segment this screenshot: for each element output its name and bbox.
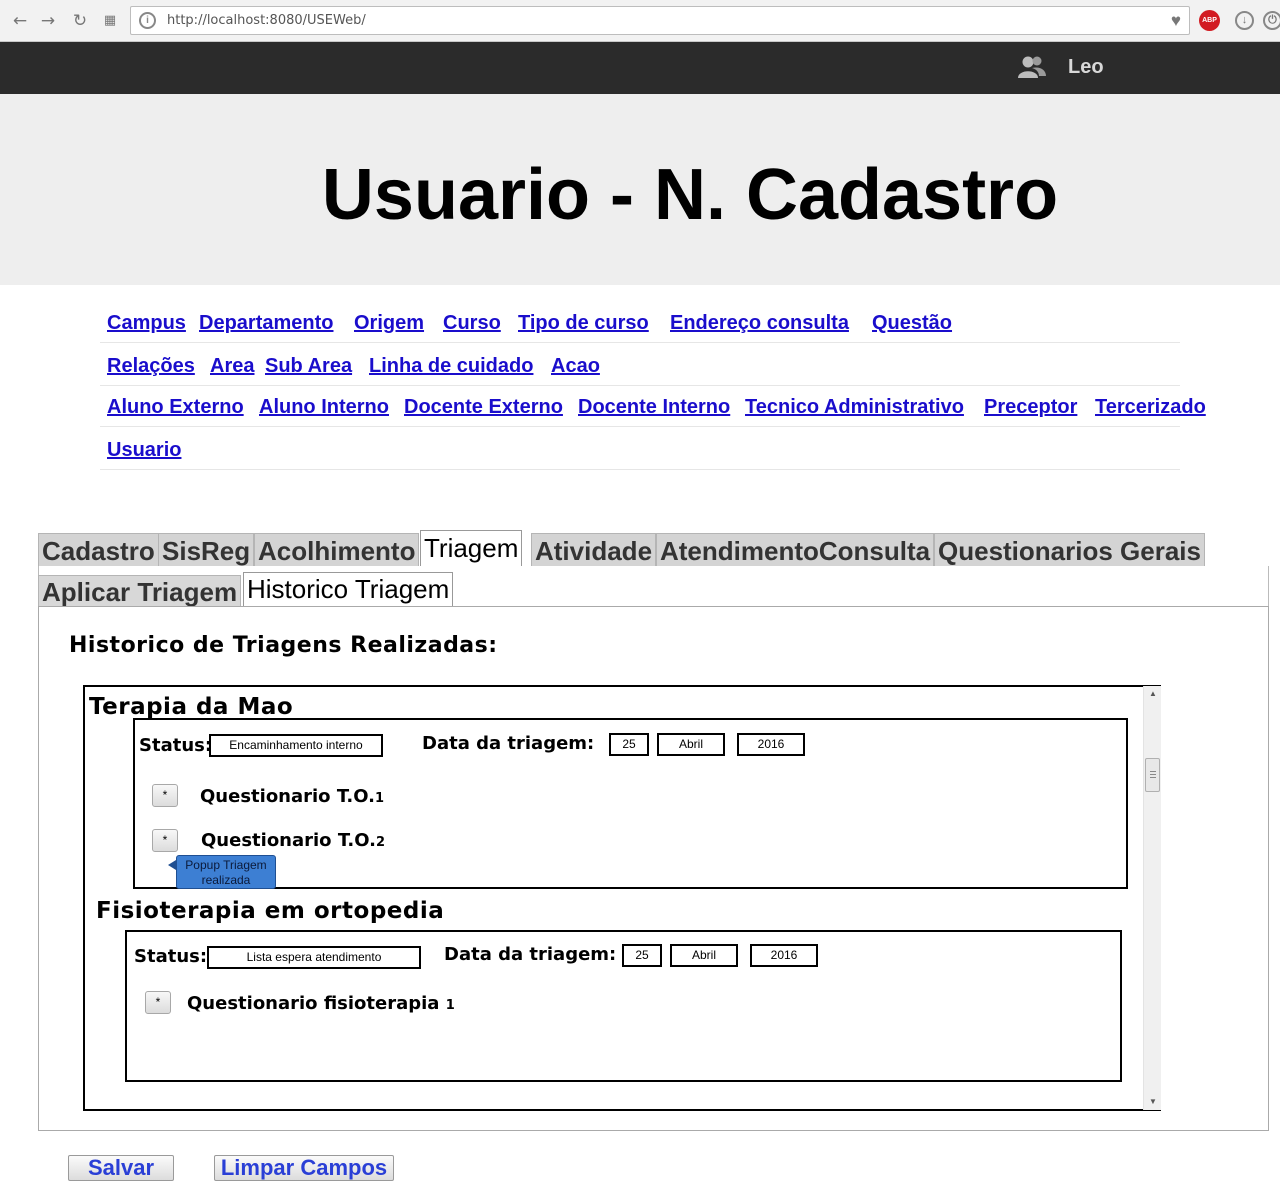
reload-icon[interactable]: ↻ (70, 11, 90, 31)
questionnaire-label: Questionario T.O.1 (200, 786, 384, 807)
status-label: Status: (139, 735, 213, 756)
menu-link-linha-de-cuidado[interactable]: Linha de cuidado (369, 355, 533, 378)
clear-fields-button[interactable]: Limpar Campos (214, 1155, 394, 1181)
app-top-bar: Leo (0, 42, 1280, 94)
menu-link-acao[interactable]: Acao (551, 355, 600, 378)
year-field[interactable]: 2016 (737, 733, 805, 756)
menu-link-relacoes[interactable]: Relações (107, 355, 195, 378)
address-bar[interactable]: i http://localhost:8080/USEWeb/ ♥ (130, 6, 1190, 35)
power-icon[interactable]: ⏻ (1263, 11, 1280, 30)
menu-link-area[interactable]: Area (210, 355, 254, 378)
menu-link-aluno-interno[interactable]: Aluno Interno (259, 396, 389, 419)
menu-link-tercerizado[interactable]: Tercerizado (1095, 396, 1206, 419)
menu-link-tecnico-administrativo[interactable]: Tecnico Administrativo (745, 396, 964, 419)
open-questionnaire-button[interactable]: * (152, 829, 178, 852)
menu-row-4: Usuario (100, 427, 1180, 470)
menu-link-usuario[interactable]: Usuario (107, 439, 181, 462)
subtab-aplicar-triagem[interactable]: Aplicar Triagem (38, 575, 242, 607)
day-field[interactable]: 25 (609, 733, 649, 756)
browser-toolbar: ← → ↻ ▦ i http://localhost:8080/USEWeb/ … (0, 0, 1280, 42)
menu-link-departamento[interactable]: Departamento (199, 312, 333, 335)
menu-link-tipo-de-curso[interactable]: Tipo de curso (518, 312, 649, 335)
site-info-icon[interactable]: i (139, 12, 156, 29)
questionnaire-number: 1 (445, 998, 455, 1013)
menu-row-1: Campus Departamento Origem Curso Tipo de… (100, 300, 1180, 343)
group-title: Fisioterapia em ortopedia (96, 898, 445, 924)
tab-atendimento-consulta[interactable]: AtendimentoConsulta (656, 533, 935, 567)
grip-line (1150, 771, 1156, 772)
tooltip-pointer (168, 860, 176, 870)
tab-sisreg[interactable]: SisReg (158, 533, 255, 567)
questionnaire-number: 1 (374, 791, 384, 806)
menu-link-campus[interactable]: Campus (107, 312, 186, 335)
tab-acolhimento[interactable]: Acolhimento (254, 533, 420, 567)
scroll-down-arrow-icon[interactable]: ▼ (1144, 1094, 1162, 1110)
menu-link-curso[interactable]: Curso (443, 312, 501, 335)
tab-atividade[interactable]: Atividade (531, 533, 657, 567)
month-field[interactable]: Abril (657, 733, 725, 756)
download-icon[interactable]: ↓ (1235, 11, 1254, 30)
status-label: Status: (134, 946, 208, 967)
year-field[interactable]: 2016 (750, 944, 818, 967)
questionnaire-name: Questionario fisioterapia (187, 993, 440, 1014)
popup-tooltip: Popup Triagem realizada (176, 855, 276, 889)
questionnaire-name: Questionario T.O. (200, 786, 375, 807)
url-text[interactable]: http://localhost:8080/USEWeb/ (167, 13, 366, 28)
section-title: Historico de Triagens Realizadas: (69, 633, 498, 658)
status-field[interactable]: Encaminhamento interno (209, 734, 383, 757)
subtab-historico-triagem[interactable]: Historico Triagem (243, 572, 454, 607)
date-label: Data da triagem: (444, 944, 617, 965)
questionnaire-name: Questionario T.O. (201, 830, 376, 851)
month-field[interactable]: Abril (670, 944, 738, 967)
menu-row-3: Aluno Externo Aluno Interno Docente Exte… (100, 384, 1206, 427)
save-button[interactable]: Salvar (68, 1155, 174, 1181)
page-title: Usuario - N. Cadastro (321, 155, 1059, 235)
grip-line (1150, 774, 1156, 775)
questionnaire-label: Questionario T.O.2 (201, 830, 385, 851)
page-header: Usuario - N. Cadastro (0, 94, 1280, 285)
open-questionnaire-button[interactable]: * (152, 784, 178, 807)
forward-arrow-icon[interactable]: → (38, 11, 58, 31)
tab-cadastro[interactable]: Cadastro (38, 533, 159, 567)
day-field[interactable]: 25 (622, 944, 662, 967)
menu-link-questao[interactable]: Questão (872, 312, 952, 335)
tab-questionarios-gerais[interactable]: Questionarios Gerais (934, 533, 1205, 567)
menu-link-aluno-externo[interactable]: Aluno Externo (107, 396, 244, 419)
heart-bookmark-icon[interactable]: ♥ (1171, 11, 1181, 31)
tab-triagem[interactable]: Triagem (420, 530, 523, 567)
vertical-scrollbar[interactable]: ▲ ▼ (1143, 686, 1161, 1110)
users-icon[interactable] (1018, 54, 1046, 80)
menu-link-origem[interactable]: Origem (354, 312, 424, 335)
menu-link-docente-interno[interactable]: Docente Interno (578, 396, 730, 419)
date-label: Data da triagem: (422, 733, 595, 754)
menu-link-endereco-consulta[interactable]: Endereço consulta (670, 312, 849, 335)
menu-link-docente-externo[interactable]: Docente Externo (404, 396, 563, 419)
scroll-thumb[interactable] (1145, 758, 1160, 792)
menu-link-preceptor[interactable]: Preceptor (984, 396, 1077, 419)
apps-grid-icon[interactable]: ▦ (100, 11, 120, 31)
open-questionnaire-button[interactable]: * (145, 991, 171, 1014)
menu-link-sub-area[interactable]: Sub Area (265, 355, 352, 378)
scroll-up-arrow-icon[interactable]: ▲ (1144, 686, 1162, 702)
questionnaire-label: Questionario fisioterapia 1 (187, 993, 455, 1014)
menu-row-2: Relações Area Sub Area Linha de cuidado … (100, 343, 1180, 386)
status-field[interactable]: Lista espera atendimento (207, 946, 421, 969)
grip-line (1150, 777, 1156, 778)
back-arrow-icon[interactable]: ← (10, 11, 30, 31)
user-name[interactable]: Leo (1068, 56, 1104, 79)
group-title: Terapia da Mao (89, 694, 294, 720)
adblock-icon[interactable]: ABP (1199, 10, 1220, 31)
questionnaire-number: 2 (375, 835, 385, 850)
